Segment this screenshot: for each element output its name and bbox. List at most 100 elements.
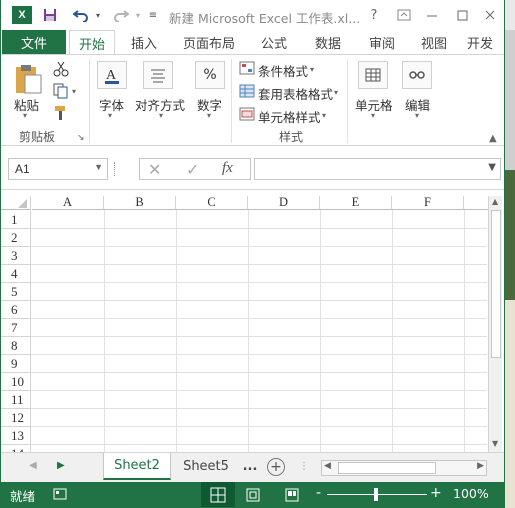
conditional-format-label[interactable]: 条件格式 xyxy=(258,61,308,80)
copy-dropdown-icon[interactable]: ▾ xyxy=(72,87,76,96)
enter-icon[interactable]: ✓ xyxy=(186,160,199,179)
column-header[interactable]: D xyxy=(248,195,320,210)
row-header[interactable]: 14 xyxy=(1,445,31,452)
formula-input[interactable]: ▼ xyxy=(254,158,501,180)
cell-styles-label[interactable]: 单元格样式 xyxy=(258,107,321,126)
row-header[interactable]: 8 xyxy=(1,337,31,355)
cancel-icon[interactable]: ✕ xyxy=(148,160,161,179)
horizontal-scroll-thumb[interactable] xyxy=(338,462,436,474)
save-icon[interactable] xyxy=(39,6,61,24)
vertical-scrollbar[interactable]: ▲ ▼ xyxy=(488,196,502,452)
row-header[interactable]: 12 xyxy=(1,409,31,427)
row-header[interactable]: 9 xyxy=(1,355,31,373)
paste-dropdown-icon[interactable]: ▾ xyxy=(23,111,27,120)
select-all-corner[interactable] xyxy=(1,196,31,210)
cells-dropdown-icon[interactable]: ▾ xyxy=(371,111,375,120)
expand-formula-bar-icon[interactable]: ▼ xyxy=(488,162,496,173)
row-header[interactable]: 10 xyxy=(1,373,31,391)
conditional-format-icon[interactable] xyxy=(239,61,255,75)
zoom-in-button[interactable]: + xyxy=(430,485,442,501)
column-header[interactable] xyxy=(464,196,488,210)
redo-dropdown-icon[interactable]: ▾ xyxy=(133,6,143,24)
column-header[interactable]: A xyxy=(32,195,104,210)
next-sheet-icon[interactable]: ▶ xyxy=(57,460,65,471)
ribbon-display-options-icon[interactable] xyxy=(393,6,415,24)
clipboard-launcher-icon[interactable]: ↘ xyxy=(77,133,85,143)
page-break-view-button[interactable] xyxy=(284,487,300,506)
cells-icon[interactable] xyxy=(358,61,388,89)
row-header[interactable]: 1 xyxy=(1,211,31,229)
paste-icon[interactable] xyxy=(13,63,43,95)
tab-formulas[interactable]: 公式 xyxy=(253,30,295,54)
close-icon[interactable] xyxy=(479,6,501,24)
tab-split-handle[interactable]: ⋮ xyxy=(299,461,309,472)
vertical-scroll-thumb[interactable] xyxy=(491,210,501,358)
column-header[interactable]: C xyxy=(176,195,248,210)
column-header[interactable]: B xyxy=(104,195,176,210)
editing-icon[interactable] xyxy=(402,61,432,89)
macro-record-icon[interactable] xyxy=(53,487,67,504)
row-header[interactable]: 4 xyxy=(1,265,31,283)
name-box-dropdown-icon[interactable]: ▼ xyxy=(94,162,103,172)
cell-styles-icon[interactable] xyxy=(239,107,255,121)
number-format-icon[interactable]: % xyxy=(195,61,225,89)
page-layout-view-button[interactable] xyxy=(245,487,261,506)
add-sheet-button[interactable]: + xyxy=(267,458,285,476)
tab-insert[interactable]: 插入 xyxy=(123,30,165,54)
horizontal-scrollbar[interactable]: ◀ ▶ xyxy=(321,460,487,476)
undo-icon[interactable] xyxy=(69,6,93,24)
row-header[interactable]: 11 xyxy=(1,391,31,409)
format-painter-icon[interactable] xyxy=(53,105,69,121)
minimize-icon[interactable] xyxy=(421,6,443,24)
collapse-ribbon-icon[interactable]: ▲ xyxy=(489,133,497,144)
scroll-right-icon[interactable]: ▶ xyxy=(477,461,484,471)
format-as-table-icon[interactable] xyxy=(239,84,255,98)
sheet-tab-sheet5[interactable]: Sheet5 xyxy=(173,453,239,480)
column-header[interactable]: E xyxy=(320,195,392,210)
tab-data[interactable]: 数据 xyxy=(307,30,349,54)
tab-page-layout[interactable]: 页面布局 xyxy=(177,30,241,54)
row-header[interactable]: 13 xyxy=(1,427,31,445)
copy-icon[interactable] xyxy=(53,83,69,99)
redo-icon[interactable] xyxy=(109,6,133,24)
customize-toolbar-icon[interactable]: ≡ xyxy=(147,6,159,24)
restore-icon[interactable] xyxy=(451,6,473,24)
zoom-slider-thumb[interactable] xyxy=(374,488,378,501)
row-header[interactable]: 2 xyxy=(1,229,31,247)
tab-view[interactable]: 视图 xyxy=(413,30,455,54)
row-header[interactable]: 7 xyxy=(1,319,31,337)
format-as-table-label[interactable]: 套用表格格式 xyxy=(258,84,333,103)
worksheet-grid[interactable]: A B C D E F 1234567891011121314 ▲ ▼ xyxy=(1,190,504,452)
prev-sheet-icon[interactable]: ◀ xyxy=(29,460,37,471)
scroll-up-icon[interactable]: ▲ xyxy=(492,197,498,206)
sheet-tab-sheet2[interactable]: Sheet2 xyxy=(103,453,171,480)
zoom-level[interactable]: 100% xyxy=(453,486,489,501)
scroll-left-icon[interactable]: ◀ xyxy=(324,461,331,471)
font-icon[interactable]: A xyxy=(97,61,127,89)
row-header[interactable]: 5 xyxy=(1,283,31,301)
insert-function-icon[interactable]: fx xyxy=(222,160,233,177)
tab-home[interactable]: 开始 xyxy=(69,30,115,55)
more-sheets-button[interactable]: ... xyxy=(241,453,259,480)
cell-styles-dropdown-icon[interactable]: ▾ xyxy=(322,111,326,120)
font-dropdown-icon[interactable]: ▾ xyxy=(108,111,112,120)
tab-review[interactable]: 审阅 xyxy=(361,30,403,54)
splitter-handle[interactable] xyxy=(114,162,118,176)
scroll-down-icon[interactable]: ▼ xyxy=(492,439,498,448)
help-button[interactable]: ? xyxy=(363,6,385,24)
row-header[interactable]: 6 xyxy=(1,301,31,319)
name-box[interactable]: A1 ▼ xyxy=(8,158,108,180)
alignment-icon[interactable] xyxy=(143,61,173,89)
tab-developer[interactable]: 开发 xyxy=(467,30,499,54)
column-header[interactable]: F xyxy=(392,195,464,210)
format-as-table-dropdown-icon[interactable]: ▾ xyxy=(334,88,338,97)
normal-view-button[interactable] xyxy=(201,482,235,507)
number-dropdown-icon[interactable]: ▾ xyxy=(207,111,211,120)
undo-dropdown-icon[interactable]: ▾ xyxy=(93,6,103,24)
zoom-out-button[interactable]: - xyxy=(316,485,321,501)
alignment-dropdown-icon[interactable]: ▾ xyxy=(159,111,163,120)
conditional-format-dropdown-icon[interactable]: ▾ xyxy=(310,65,314,74)
tab-file[interactable]: 文件 xyxy=(2,30,66,54)
cut-icon[interactable] xyxy=(53,61,69,77)
editing-dropdown-icon[interactable]: ▾ xyxy=(415,111,419,120)
